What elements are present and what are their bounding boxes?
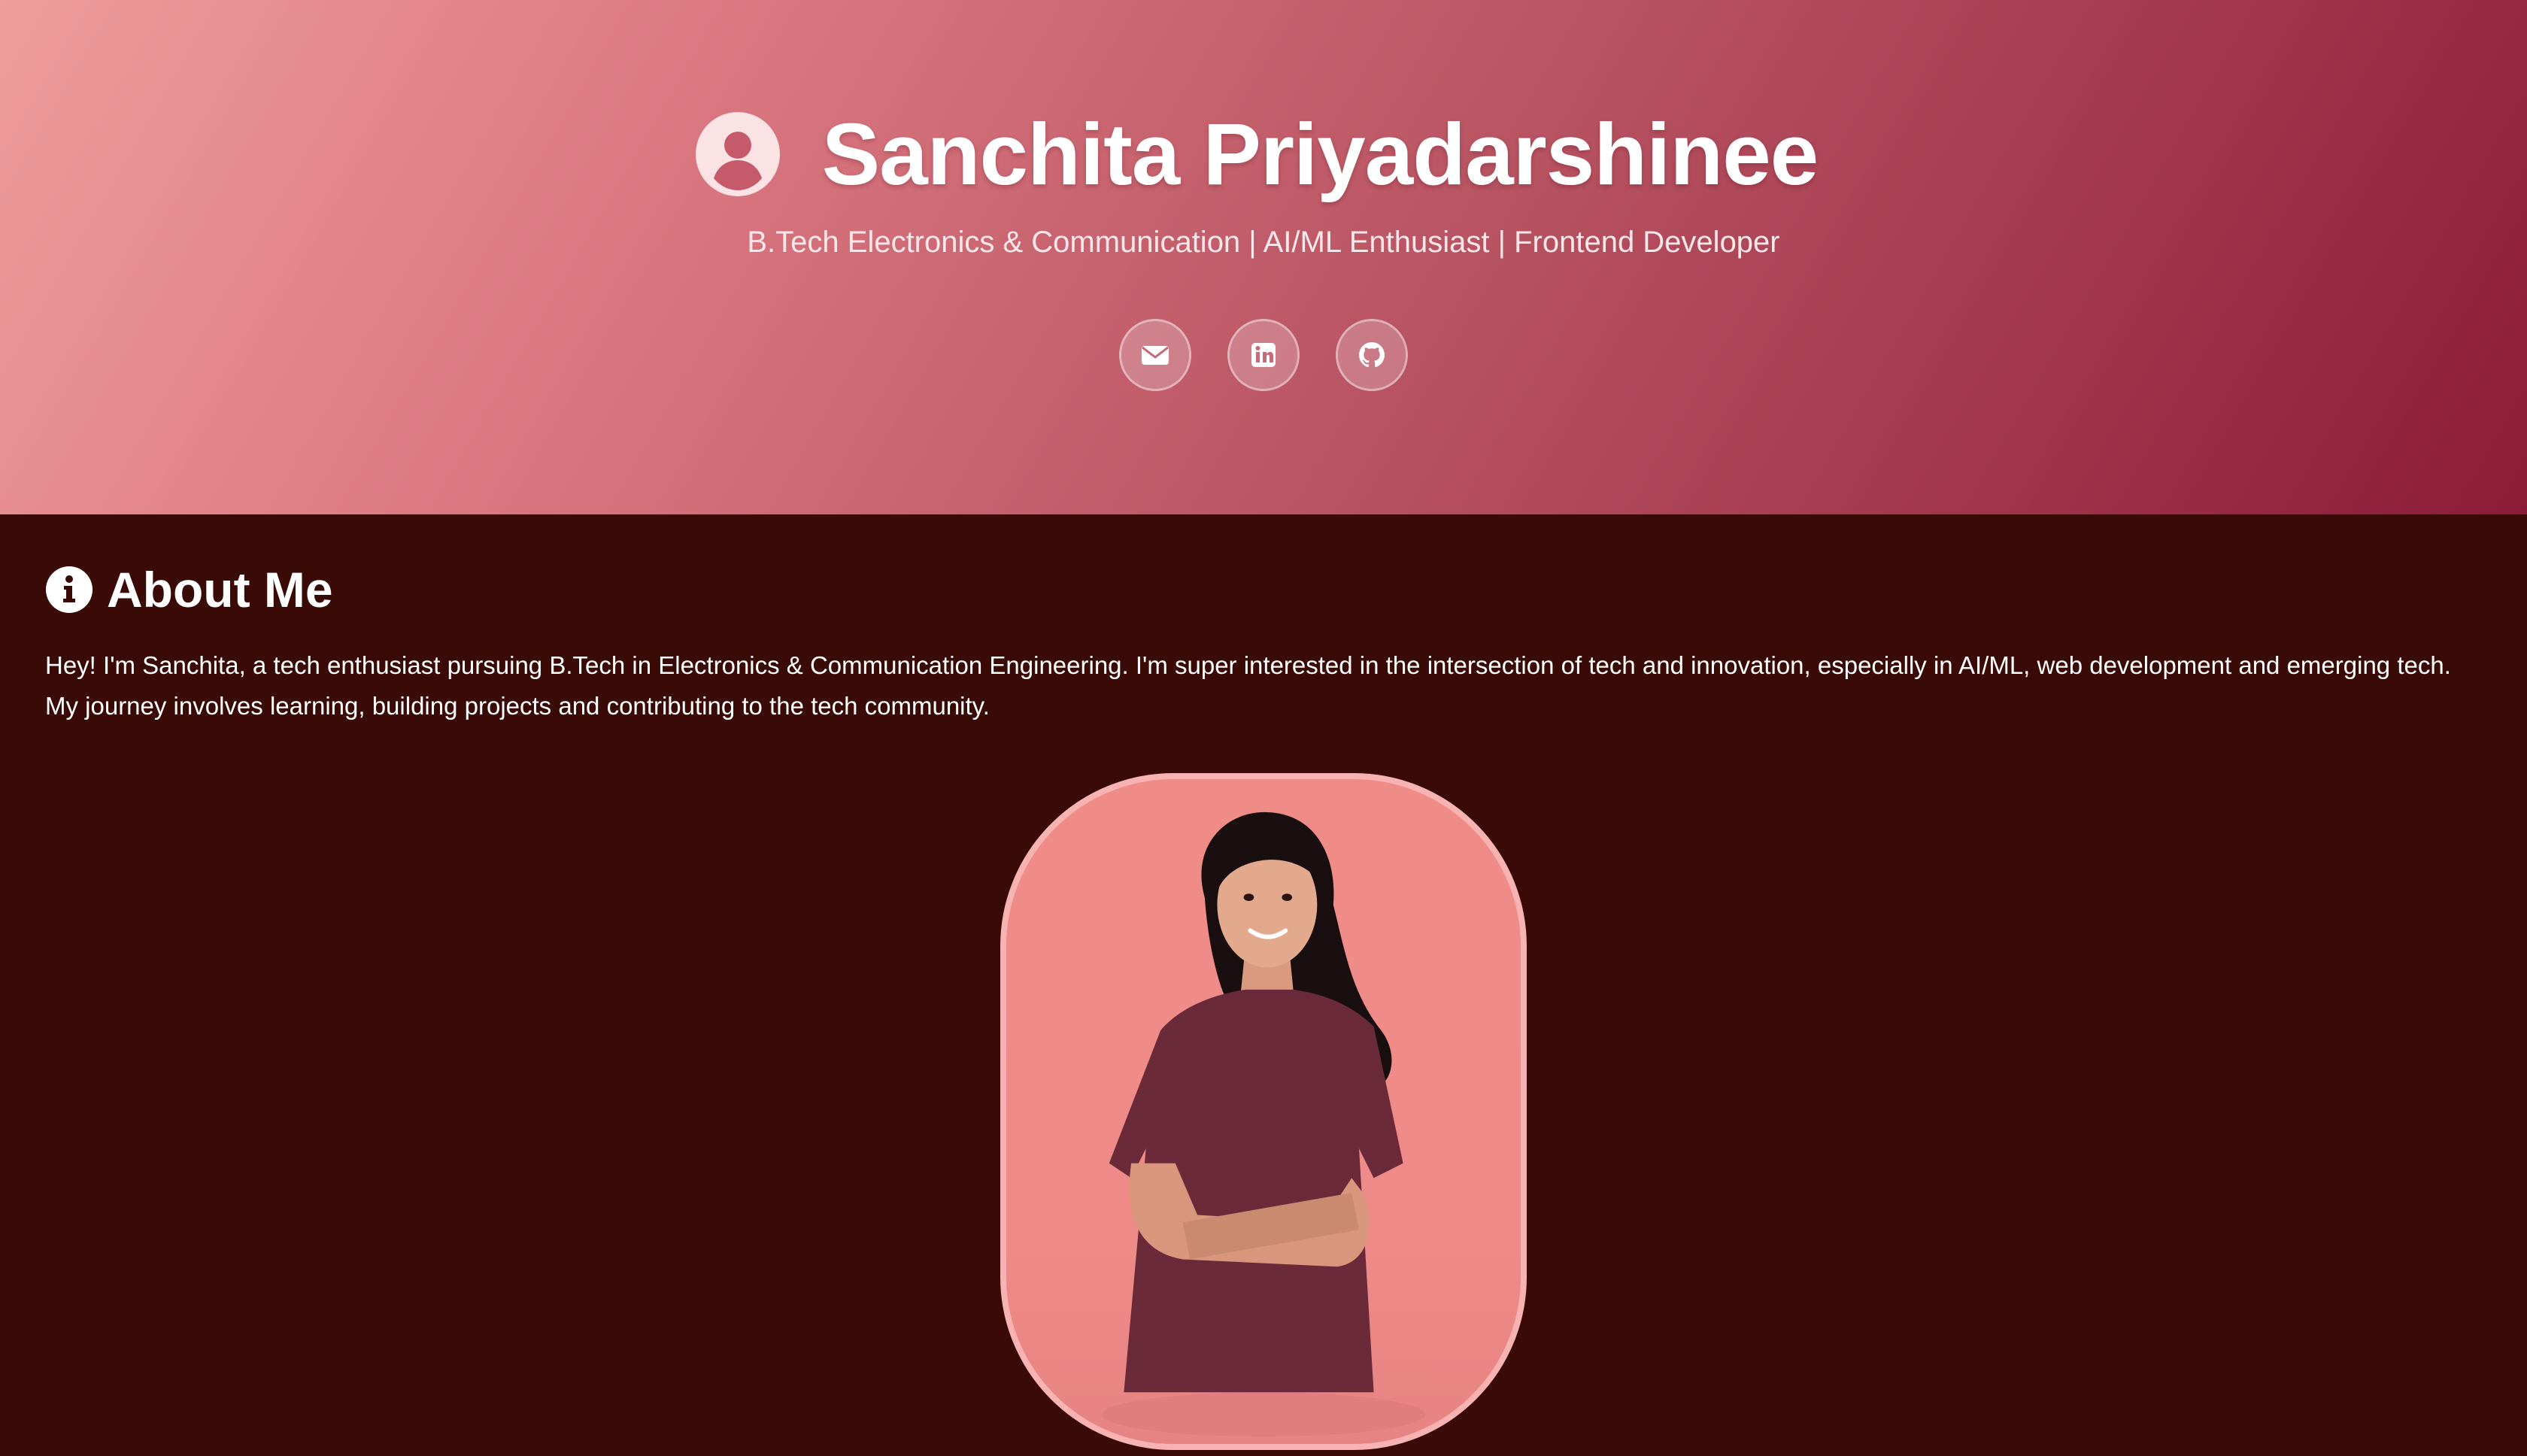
social-links (0, 319, 2527, 391)
profile-photo (1000, 773, 1527, 1450)
email-button[interactable] (1119, 319, 1191, 391)
github-button[interactable] (1336, 319, 1408, 391)
linkedin-icon (1251, 343, 1276, 367)
portrait-illustration (1102, 811, 1425, 1437)
envelope-icon (1142, 346, 1169, 365)
user-circle-icon (694, 111, 781, 198)
linkedin-button[interactable] (1227, 319, 1300, 391)
page-title: Sanchita Priyadarshinee (821, 105, 1819, 203)
info-circle-icon (45, 566, 93, 614)
about-heading: About Me (107, 562, 333, 617)
about-text: Hey! I'm Sanchita, a tech enthusiast pur… (45, 651, 2451, 720)
about-heading-row: About Me (45, 558, 333, 621)
github-icon (1359, 342, 1385, 368)
hero-title-row: Sanchita Priyadarshinee (0, 105, 2527, 203)
hero-subtitle: B.Tech Electronics & Communication | AI/… (747, 226, 1780, 259)
hero-header: Sanchita Priyadarshinee B.Tech Electroni… (0, 0, 2527, 514)
